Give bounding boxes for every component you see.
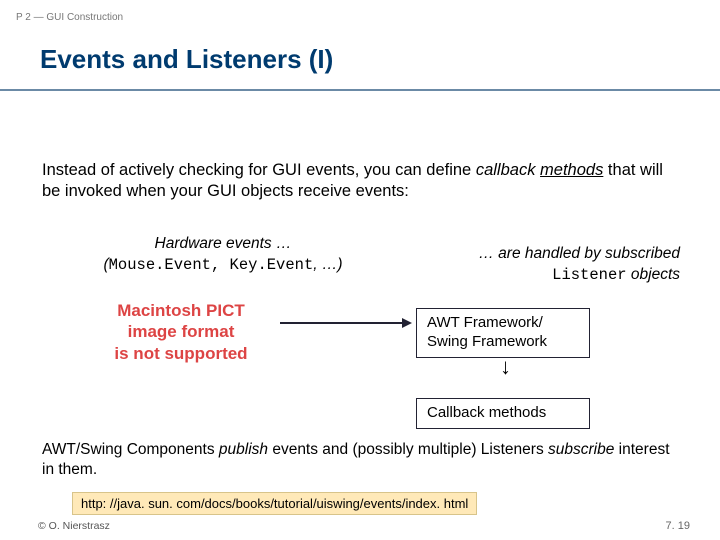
page-number: 7. 19	[666, 520, 690, 532]
callback-box: Callback methods	[416, 398, 590, 429]
left-column: Hardware events … (Mouse.Event, Key.Even…	[88, 234, 358, 276]
intro-text: Instead of actively checking for GUI eve…	[42, 160, 672, 203]
left-line2: (Mouse.Event, Key.Event, …)	[88, 255, 358, 276]
left-line1: Hardware events …	[88, 234, 358, 255]
right-suffix: objects	[627, 266, 680, 283]
pict-l2: image format	[86, 321, 276, 342]
summary-mid: events and (possibly multiple) Listeners	[268, 441, 548, 458]
summary-text: AWT/Swing Components publish events and …	[42, 440, 672, 480]
framework-l2: Swing Framework	[427, 333, 579, 352]
arrow-down-icon: ↓	[500, 354, 511, 380]
arrow-right-icon	[280, 322, 410, 324]
callback-l1: Callback methods	[427, 404, 579, 423]
left-code: Mouse.Event, Key.Event	[109, 256, 314, 274]
summary-publish: publish	[219, 441, 268, 458]
page-title: Events and Listeners (I)	[40, 44, 720, 75]
right-code: Listener	[552, 266, 626, 284]
pict-l1: Macintosh PICT	[86, 300, 276, 321]
copyright: © O. Nierstrasz	[38, 520, 110, 532]
intro-callback: callback	[476, 161, 536, 179]
summary-subscribe: subscribe	[548, 441, 614, 458]
title-block: Events and Listeners (I)	[0, 44, 720, 91]
framework-box: AWT Framework/ Swing Framework	[416, 308, 590, 358]
framework-l1: AWT Framework/	[427, 314, 579, 333]
breadcrumb: P 2 — GUI Construction	[16, 12, 123, 23]
summary-before: AWT/Swing Components	[42, 441, 219, 458]
left-close: , …)	[313, 256, 342, 273]
divider	[0, 89, 720, 91]
pict-l3: is not supported	[86, 343, 276, 364]
reference-url: http: //java. sun. com/docs/books/tutori…	[72, 492, 477, 515]
right-prefix: … are handled by subscribed	[478, 245, 680, 262]
intro-methods: methods	[540, 161, 603, 179]
pict-placeholder: Macintosh PICT image format is not suppo…	[86, 300, 276, 364]
intro-before: Instead of actively checking for GUI eve…	[42, 161, 476, 179]
right-column: … are handled by subscribed Listener obj…	[400, 244, 680, 286]
